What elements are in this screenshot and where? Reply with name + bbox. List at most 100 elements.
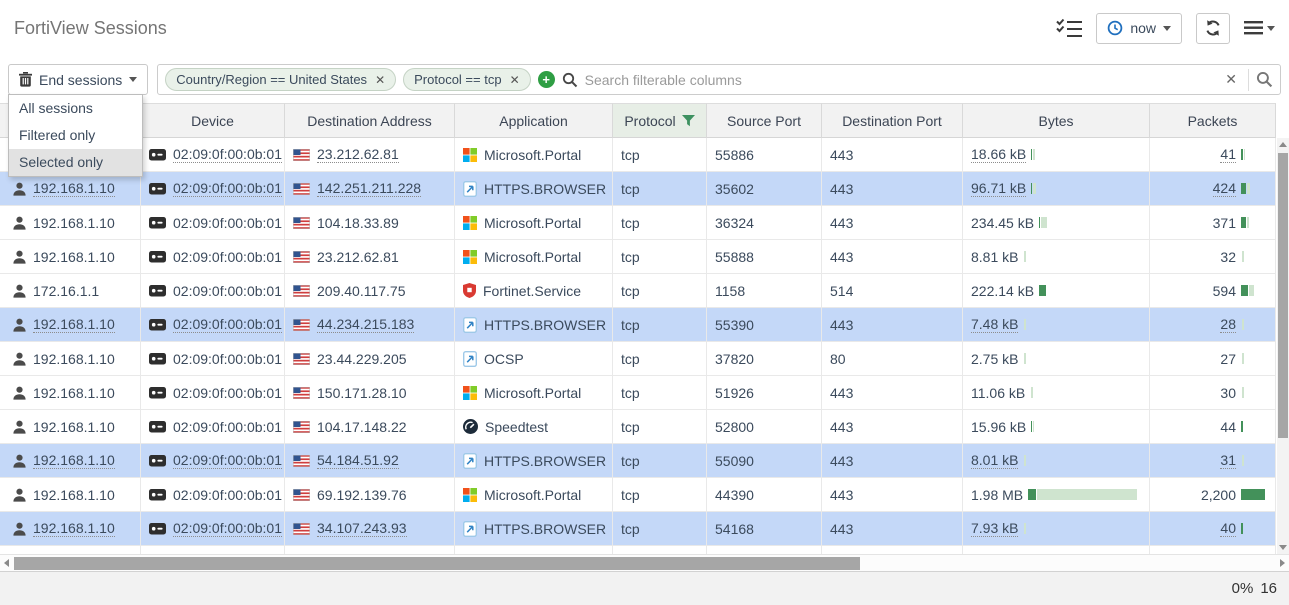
destination-address[interactable]: 23.212.62.81	[317, 249, 399, 265]
destination-address[interactable]: 23.44.229.205	[317, 351, 407, 367]
source-ip[interactable]: 192.168.1.10	[33, 487, 115, 503]
vertical-scroll-thumb[interactable]	[1278, 153, 1288, 438]
application-name[interactable]: HTTPS.BROWSER	[484, 521, 606, 537]
device-mac[interactable]: 02:09:0f:00:0b:01	[173, 419, 282, 435]
bytes-value[interactable]: 18.66 kB	[971, 146, 1026, 163]
scroll-up-icon[interactable]	[1279, 142, 1287, 147]
bytes-value[interactable]: 2.75 kB	[971, 351, 1018, 367]
bytes-value[interactable]: 7.93 kB	[971, 520, 1018, 537]
application-name[interactable]: Microsoft.Portal	[484, 385, 581, 401]
device-mac[interactable]: 02:09:0f:00:0b:01	[173, 520, 282, 537]
source-ip[interactable]: 192.168.1.10	[33, 249, 115, 265]
destination-address[interactable]: 34.107.243.93	[317, 520, 407, 537]
packets-value[interactable]: 40	[1220, 520, 1236, 537]
destination-address[interactable]: 104.17.148.22	[317, 419, 407, 435]
destination-address[interactable]: 54.184.51.92	[317, 452, 399, 469]
device-mac[interactable]: 02:09:0f:00:0b:01	[173, 215, 282, 231]
filter-chip-protocol[interactable]: Protocol == tcp ✕	[403, 68, 531, 91]
destination-address[interactable]: 142.251.211.228	[317, 180, 421, 197]
device-mac[interactable]: 02:09:0f:00:0b:01	[173, 316, 282, 333]
application-name[interactable]: Speedtest	[485, 419, 548, 435]
application-name[interactable]: Microsoft.Portal	[484, 147, 581, 163]
source-ip[interactable]: 172.16.1.1	[33, 283, 99, 299]
end-sessions-button[interactable]: End sessions	[8, 64, 148, 95]
add-filter-icon[interactable]: +	[538, 71, 555, 88]
destination-address[interactable]: 23.212.62.81	[317, 146, 399, 163]
device-mac[interactable]: 02:09:0f:00:0b:01	[173, 385, 282, 401]
table-row[interactable]: 02:09:0f:00:0b:01 23.212.62.81 Microsoft…	[0, 138, 1277, 172]
source-ip[interactable]: 192.168.1.10	[33, 520, 115, 537]
packets-value[interactable]: 32	[1220, 249, 1236, 265]
table-row[interactable]: 192.168.1.10 02:09:0f:00:0b:01 44.234.21…	[0, 308, 1277, 342]
packets-value[interactable]: 30	[1220, 385, 1236, 401]
device-mac[interactable]: 02:09:0f:00:0b:01	[173, 180, 282, 197]
table-row[interactable]: 192.168.1.10 02:09:0f:00:0b:01 104.18.33…	[0, 206, 1277, 240]
remove-filter-icon[interactable]: ✕	[375, 73, 385, 87]
bytes-value[interactable]: 15.96 kB	[971, 419, 1026, 435]
scroll-right-icon[interactable]	[1280, 559, 1285, 567]
application-name[interactable]: Microsoft.Portal	[484, 487, 581, 503]
application-name[interactable]: HTTPS.BROWSER	[484, 453, 606, 469]
search-input[interactable]	[585, 72, 1215, 88]
device-mac[interactable]: 02:09:0f:00:0b:01	[173, 351, 282, 367]
bytes-value[interactable]: 7.48 kB	[971, 316, 1018, 333]
source-ip[interactable]: 192.168.1.10	[33, 385, 115, 401]
column-header-destination-address[interactable]: Destination Address	[285, 103, 455, 138]
table-row[interactable]: 192.168.1.10 02:09:0f:00:0b:01 23.212.62…	[0, 240, 1277, 274]
destination-address[interactable]: 150.171.28.10	[317, 385, 407, 401]
table-row[interactable]: 192.168.1.10 02:09:0f:00:0b:01 54.184.51…	[0, 444, 1277, 478]
remove-filter-icon[interactable]: ✕	[510, 73, 520, 87]
packets-value[interactable]: 594	[1213, 283, 1236, 299]
table-row[interactable]: 172.16.1.1 02:09:0f:00:0b:01 209.40.117.…	[0, 274, 1277, 308]
destination-address[interactable]: 209.40.117.75	[317, 283, 406, 299]
destination-address[interactable]: 44.234.215.183	[317, 316, 414, 333]
clear-search-icon[interactable]: ✕	[1221, 71, 1241, 88]
device-mac[interactable]: 02:09:0f:00:0b:01	[173, 283, 282, 299]
menu-item-filtered-only[interactable]: Filtered only	[9, 122, 142, 149]
source-ip[interactable]: 192.168.1.10	[33, 452, 115, 469]
scroll-left-icon[interactable]	[4, 559, 9, 567]
menu-item-all-sessions[interactable]: All sessions	[9, 95, 142, 122]
packets-value[interactable]: 371	[1213, 215, 1236, 231]
table-row[interactable]: 192.168.1.10 02:09:0f:00:0b:01 34.107.24…	[0, 512, 1277, 546]
submit-search-icon[interactable]	[1256, 71, 1273, 88]
source-ip[interactable]: 192.168.1.10	[33, 419, 115, 435]
source-ip[interactable]: 192.168.1.10	[33, 215, 115, 231]
packets-value[interactable]: 44	[1220, 419, 1236, 435]
source-ip[interactable]: 192.168.1.10	[33, 351, 115, 367]
table-row[interactable]: 192.168.1.10 02:09:0f:00:0b:01 23.44.229…	[0, 342, 1277, 376]
bytes-value[interactable]: 11.06 kB	[971, 385, 1025, 401]
scroll-down-icon[interactable]	[1279, 545, 1287, 550]
bytes-value[interactable]: 1.98 MB	[971, 487, 1023, 503]
bytes-value[interactable]: 8.81 kB	[971, 249, 1018, 265]
bytes-value[interactable]: 8.01 kB	[971, 452, 1018, 469]
table-row[interactable]: 192.168.1.10 02:09:0f:00:0b:01 69.192.13…	[0, 478, 1277, 512]
time-period-button[interactable]: now	[1096, 13, 1182, 44]
menu-button[interactable]	[1244, 21, 1275, 35]
bytes-value[interactable]: 96.71 kB	[971, 180, 1026, 197]
filter-search-box[interactable]: Country/Region == United States ✕ Protoc…	[157, 64, 1281, 95]
column-header-packets[interactable]: Packets	[1150, 103, 1276, 138]
device-mac[interactable]: 02:09:0f:00:0b:01	[173, 146, 282, 163]
application-name[interactable]: Microsoft.Portal	[484, 249, 581, 265]
application-name[interactable]: HTTPS.BROWSER	[484, 317, 606, 333]
application-name[interactable]: OCSP	[484, 351, 524, 367]
destination-address[interactable]: 104.18.33.89	[317, 215, 399, 231]
table-row[interactable]: 192.168.1.10 02:09:0f:00:0b:01 142.251.2…	[0, 172, 1277, 206]
application-name[interactable]: HTTPS.BROWSER	[484, 181, 606, 197]
column-header-bytes[interactable]: Bytes	[963, 103, 1150, 138]
bytes-value[interactable]: 222.14 kB	[971, 283, 1034, 299]
source-ip[interactable]: 192.168.1.10	[33, 180, 115, 197]
destination-address[interactable]: 69.192.139.76	[317, 487, 407, 503]
application-name[interactable]: Fortinet.Service	[483, 283, 581, 299]
vertical-scrollbar[interactable]	[1277, 138, 1289, 554]
packets-value[interactable]: 28	[1220, 316, 1236, 333]
column-header-device[interactable]: Device	[141, 103, 285, 138]
horizontal-scrollbar[interactable]	[0, 554, 1289, 571]
column-header-destination-port[interactable]: Destination Port	[822, 103, 963, 138]
column-header-protocol[interactable]: Protocol	[613, 103, 707, 138]
refresh-button[interactable]	[1196, 13, 1230, 44]
menu-item-selected-only[interactable]: Selected only	[9, 149, 142, 176]
filter-chip-country[interactable]: Country/Region == United States ✕	[165, 68, 396, 91]
packets-value[interactable]: 424	[1213, 180, 1236, 197]
